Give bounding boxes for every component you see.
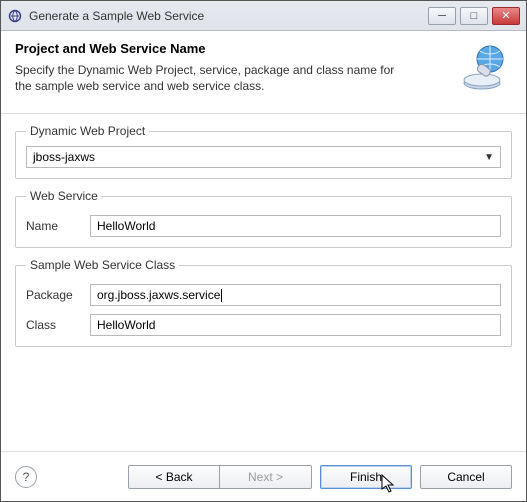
close-button[interactable]: ✕ xyxy=(492,7,520,25)
text-caret xyxy=(221,289,222,302)
page-subtitle: Specify the Dynamic Web Project, service… xyxy=(15,62,395,94)
class-label: Class xyxy=(26,318,82,332)
wizard-banner-icon xyxy=(456,41,512,97)
webservice-group: Web Service Name HelloWorld xyxy=(15,189,512,248)
cancel-button[interactable]: Cancel xyxy=(420,465,512,489)
project-combo-value: jboss-jaxws xyxy=(33,150,95,164)
window-title: Generate a Sample Web Service xyxy=(29,9,428,23)
ws-name-value: HelloWorld xyxy=(97,219,155,233)
back-button[interactable]: < Back xyxy=(128,465,220,489)
wizard-header: Project and Web Service Name Specify the… xyxy=(1,31,526,114)
window-buttons: ─ □ ✕ xyxy=(428,7,520,25)
dialog-window: Generate a Sample Web Service ─ □ ✕ Proj… xyxy=(0,0,527,502)
nav-button-group: < Back Next > xyxy=(128,465,312,489)
page-title: Project and Web Service Name xyxy=(15,41,456,56)
next-button: Next > xyxy=(220,465,312,489)
project-combo[interactable]: jboss-jaxws ▼ xyxy=(26,146,501,168)
class-legend: Sample Web Service Class xyxy=(26,258,179,272)
ws-name-input[interactable]: HelloWorld xyxy=(90,215,501,237)
project-legend: Dynamic Web Project xyxy=(26,124,149,138)
package-label: Package xyxy=(26,288,82,302)
project-group: Dynamic Web Project jboss-jaxws ▼ xyxy=(15,124,512,179)
chevron-down-icon: ▼ xyxy=(484,152,494,163)
help-icon[interactable]: ? xyxy=(15,466,37,488)
minimize-button[interactable]: ─ xyxy=(428,7,456,25)
app-icon xyxy=(7,8,23,24)
package-input[interactable]: org.jboss.jaxws.service xyxy=(90,284,501,306)
package-value: org.jboss.jaxws.service xyxy=(97,288,220,302)
class-group: Sample Web Service Class Package org.jbo… xyxy=(15,258,512,347)
class-input[interactable]: HelloWorld xyxy=(90,314,501,336)
class-value: HelloWorld xyxy=(97,318,155,332)
wizard-body: Dynamic Web Project jboss-jaxws ▼ Web Se… xyxy=(1,114,526,451)
ws-name-label: Name xyxy=(26,219,82,233)
webservice-legend: Web Service xyxy=(26,189,102,203)
titlebar: Generate a Sample Web Service ─ □ ✕ xyxy=(1,1,526,31)
wizard-footer: ? < Back Next > Finish Cancel xyxy=(1,451,526,501)
finish-button[interactable]: Finish xyxy=(320,465,412,489)
maximize-button[interactable]: □ xyxy=(460,7,488,25)
